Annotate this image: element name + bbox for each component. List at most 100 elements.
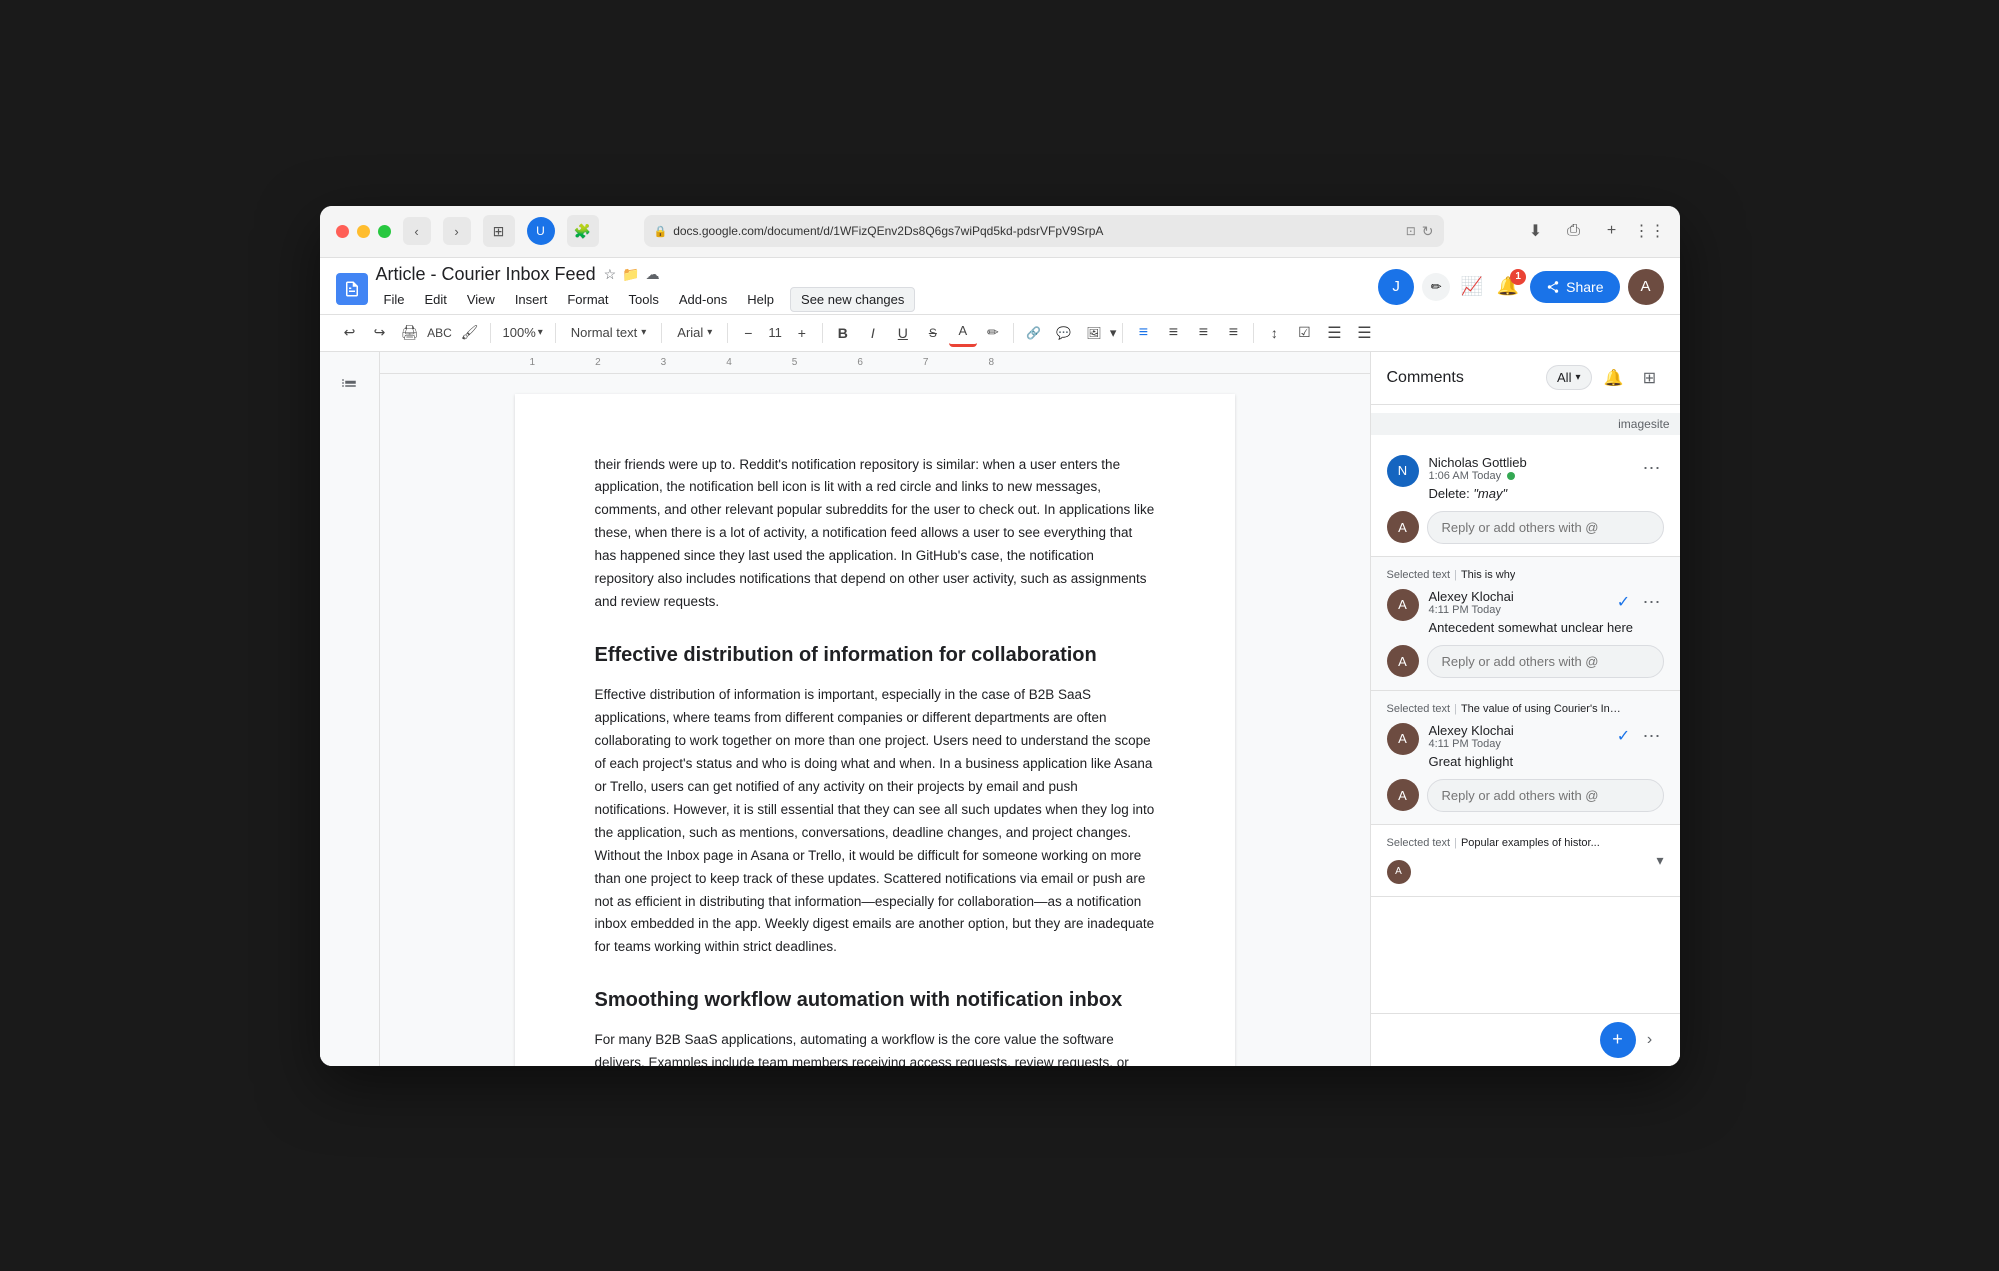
zoom-dropdown[interactable]: 100% ▾ — [497, 321, 549, 344]
undo-button[interactable]: ↩ — [336, 319, 364, 347]
author-info-alexey-3: Alexey Klochai 4:11 PM Today — [1429, 723, 1514, 750]
menu-help[interactable]: Help — [739, 288, 782, 311]
numbered-list-button[interactable]: ☰ — [1350, 319, 1378, 347]
user-avatar-j[interactable]: J — [1378, 269, 1414, 305]
decrease-font-button[interactable]: − — [734, 319, 762, 347]
reload-icon[interactable]: ↻ — [1422, 223, 1434, 240]
menu-view[interactable]: View — [459, 288, 503, 311]
line-spacing-button[interactable]: ↕ — [1260, 319, 1288, 347]
menu-insert[interactable]: Insert — [507, 288, 556, 311]
font-size-value: 11 — [764, 325, 786, 340]
comment-thread-3: Selected text | The value of using Couri… — [1371, 691, 1680, 825]
comments-scroll[interactable]: imagesite N Nicholas Gottlieb 1:06 A — [1371, 405, 1680, 1013]
expand-panel-button[interactable]: › — [1636, 1026, 1664, 1054]
reply-input-1[interactable] — [1427, 511, 1664, 544]
redo-button[interactable]: ↪ — [366, 319, 394, 347]
underline-button[interactable]: U — [889, 319, 917, 347]
maximize-button[interactable] — [378, 225, 391, 238]
menu-file[interactable]: File — [376, 288, 413, 311]
avatar-pencil-icon[interactable]: ✏ — [1422, 273, 1450, 301]
doc-page[interactable]: their friends were up to. Reddit's notif… — [515, 394, 1235, 1066]
menu-format[interactable]: Format — [559, 288, 616, 311]
style-dropdown[interactable]: Normal text ▾ — [562, 320, 656, 345]
close-button[interactable] — [336, 225, 349, 238]
checklist-button[interactable]: ☑ — [1290, 319, 1318, 347]
share-button[interactable]: Share — [1530, 271, 1619, 303]
expand-thread-icon[interactable]: ▾ — [1656, 852, 1663, 869]
star-icon[interactable]: ☆ — [604, 266, 617, 283]
doc-icon — [336, 273, 368, 305]
minimize-button[interactable] — [357, 225, 370, 238]
increase-font-button[interactable]: + — [788, 319, 816, 347]
share-icon[interactable]: ⎙ — [1560, 217, 1588, 245]
resolve-button-2[interactable]: ✓ — [1612, 590, 1636, 614]
download-icon[interactable]: ⬇ — [1522, 217, 1550, 245]
back-button[interactable]: ‹ — [403, 217, 431, 245]
align-left-button[interactable]: ≡ — [1129, 319, 1157, 347]
bold-button[interactable]: B — [829, 319, 857, 347]
doc-para-2: For many B2B SaaS applications, automati… — [595, 1029, 1155, 1065]
doc-toolbar-top: Article - Courier Inbox Feed ☆ 📁 ☁ File … — [320, 258, 1680, 315]
paint-format-button[interactable]: 🖌 — [456, 319, 484, 347]
see-new-changes-button[interactable]: See new changes — [790, 287, 915, 312]
highlight-button[interactable]: ✏ — [979, 319, 1007, 347]
strikethrough-button[interactable]: S — [919, 319, 947, 347]
comment-more-button-nicholas[interactable]: ⋯ — [1640, 456, 1664, 480]
window-control-icon[interactable]: ⊞ — [483, 215, 515, 247]
images-label: imagesite — [1371, 413, 1680, 435]
new-tab-icon[interactable]: + — [1598, 217, 1626, 245]
puzzle-icon[interactable]: 🧩 — [567, 215, 599, 247]
font-color-button[interactable]: A — [949, 319, 977, 347]
selected-text-prefix-2: Selected text — [1387, 569, 1451, 581]
comment-thread-4[interactable]: Selected text | Popular examples of hist… — [1371, 825, 1680, 897]
forward-button[interactable]: › — [443, 217, 471, 245]
doc-text-content: their friends were up to. Reddit's notif… — [595, 454, 1155, 1066]
doc-scroll[interactable]: their friends were up to. Reddit's notif… — [380, 374, 1370, 1066]
align-right-button[interactable]: ≡ — [1189, 319, 1217, 347]
left-sidebar — [320, 352, 380, 1066]
cast-icon: ⊡ — [1406, 224, 1416, 238]
reply-input-2[interactable] — [1427, 645, 1664, 678]
comment-button[interactable]: 💬 — [1050, 319, 1078, 347]
extension-icon[interactable]: U — [527, 217, 555, 245]
comment-more-button-3[interactable]: ⋯ — [1640, 724, 1664, 748]
print-button[interactable]: 🖨 — [396, 319, 424, 347]
reply-input-3[interactable] — [1427, 779, 1664, 812]
notification-bell-button[interactable]: 🔔 — [1600, 364, 1628, 392]
doc-para-1: Effective distribution of information is… — [595, 684, 1155, 959]
folder-icon[interactable]: 📁 — [622, 266, 639, 283]
comments-filter-all[interactable]: All ▾ — [1546, 365, 1591, 390]
user-avatar-a[interactable]: A — [1628, 269, 1664, 305]
align-center-button[interactable]: ≡ — [1159, 319, 1187, 347]
align-justify-button[interactable]: ≡ — [1219, 319, 1247, 347]
url-bar[interactable]: 🔒 docs.google.com/document/d/1WFizQEnv2D… — [644, 215, 1444, 247]
comment-item-nicholas: N Nicholas Gottlieb 1:06 AM Today — [1387, 455, 1664, 501]
menu-edit[interactable]: Edit — [416, 288, 454, 311]
separator-3 — [661, 323, 662, 343]
selected-text-prefix-3: Selected text — [1387, 703, 1451, 715]
doc-title[interactable]: Article - Courier Inbox Feed — [376, 264, 596, 285]
activity-icon[interactable]: 📈 — [1458, 273, 1486, 301]
bullet-list-button[interactable]: ☰ — [1320, 319, 1348, 347]
selected-text-preview-3: The value of using Courier's Inb... — [1461, 703, 1621, 715]
image-dropdown-arrow[interactable]: ▾ — [1110, 325, 1117, 341]
spell-check-button[interactable]: ABC — [426, 319, 454, 347]
font-dropdown[interactable]: Arial ▾ — [668, 320, 721, 345]
separator-8 — [1253, 323, 1254, 343]
add-comment-header-button[interactable]: ⊞ — [1636, 364, 1664, 392]
comment-more-button-2[interactable]: ⋯ — [1640, 590, 1664, 614]
add-comment-button[interactable]: + — [1600, 1022, 1636, 1058]
author-info-nicholas: Nicholas Gottlieb 1:06 AM Today — [1429, 455, 1527, 482]
menu-addons[interactable]: Add-ons — [671, 288, 735, 311]
comment-body-alexey-2: Alexey Klochai 4:11 PM Today ✓ ⋯ Anteced… — [1429, 589, 1664, 635]
comment-time-alexey-2: 4:11 PM Today — [1429, 604, 1514, 616]
italic-button[interactable]: I — [859, 319, 887, 347]
notification-button[interactable]: 🔔 1 — [1494, 273, 1522, 301]
link-button[interactable]: 🔗 — [1020, 319, 1048, 347]
menu-tools[interactable]: Tools — [621, 288, 667, 311]
resolve-button-3[interactable]: ✓ — [1612, 724, 1636, 748]
grid-icon[interactable]: ⋮⋮ — [1636, 217, 1664, 245]
outline-icon[interactable] — [331, 368, 367, 404]
cloud-icon[interactable]: ☁ — [646, 266, 660, 283]
image-button[interactable]: 🖼 — [1080, 319, 1108, 347]
